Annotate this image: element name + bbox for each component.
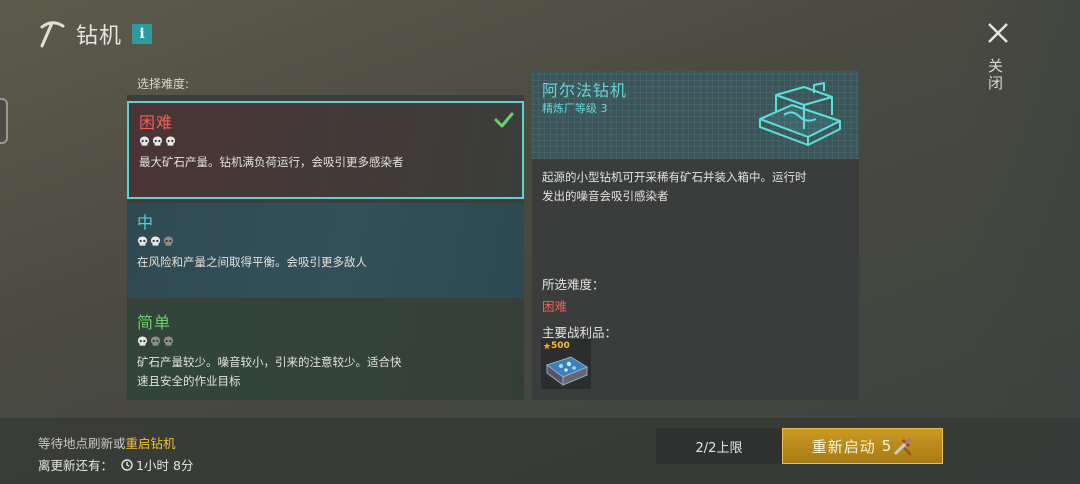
difficulty-name: 困难: [139, 113, 174, 132]
drill-description: 起源的小型钻机可开采稀有矿石并装入箱中。运行时 发出的噪音会吸引感染者: [542, 168, 847, 206]
restart-limit: 2/2上限: [656, 428, 782, 464]
loot-count: 500: [543, 341, 570, 351]
loot-count-value: 500: [551, 341, 570, 351]
refresh-text: 等待地点刷新或: [38, 436, 126, 451]
skull-icon: [165, 136, 176, 146]
info-icon[interactable]: i: [132, 24, 153, 44]
difficulty-name: 中: [137, 213, 155, 232]
refresh-info: 等待地点刷新或重启钻机: [38, 433, 176, 452]
restart-drill-link[interactable]: 重启钻机: [126, 436, 176, 451]
skull-icon: [150, 236, 161, 246]
timer-label: 离更新还有：: [38, 458, 114, 473]
selected-difficulty-value: 困难: [542, 299, 568, 314]
skull-rating: [137, 336, 514, 347]
restart-button[interactable]: 重新启动 5: [782, 428, 943, 464]
restart-button-label: 重新启动: [811, 437, 876, 456]
difficulty-description: 在风险和产量之间取得平衡。会吸引更多敌人: [137, 255, 367, 269]
close-icon[interactable]: [985, 20, 1011, 46]
tool-icon: [894, 438, 912, 456]
skull-icon: [163, 236, 174, 246]
skull-rating: [137, 236, 514, 247]
description-line: 速且安全的作业目标: [137, 374, 241, 388]
description-line: 起源的小型钻机可开采稀有矿石并装入箱中。运行时: [542, 170, 807, 184]
refresh-timer: 离更新还有： 1小时 8分: [38, 455, 193, 474]
pickaxe-icon: [40, 21, 65, 48]
detail-header: 阿尔法钻机 精炼厂等级 3: [532, 71, 859, 159]
skull-icon: [150, 336, 161, 346]
skull-icon: [163, 336, 174, 346]
restart-cost: 5: [881, 437, 892, 455]
skull-icon: [137, 236, 148, 246]
difficulty-name: 简单: [137, 313, 172, 332]
close-label[interactable]: 关闭: [986, 58, 1006, 92]
skull-icon: [139, 136, 150, 146]
skull-rating: [139, 136, 512, 147]
timer-value: 1小时 8分: [136, 458, 194, 473]
selected-difficulty-label: 所选难度：: [542, 277, 605, 292]
difficulty-description: 最大矿石产量。钻机满负荷运行，会吸引更多感染者: [139, 155, 404, 169]
description-line: 发出的噪音会吸引感染者: [542, 189, 669, 203]
refinery-level: 精炼厂等级 3: [542, 102, 608, 115]
drill-detail-panel: 阿尔法钻机 精炼厂等级 3 起源的小型钻机可开采稀有矿石并装入箱中。运行时 发出…: [532, 71, 859, 400]
drill-name: 阿尔法钻机: [542, 81, 628, 100]
difficulty-option-medium[interactable]: 中 在风险和产量之间取得平衡。会吸引更多敌人: [127, 203, 524, 298]
loot-item-ore-crate[interactable]: 500: [541, 339, 591, 389]
difficulty-option-hard[interactable]: 困难 最大矿石产量。钻机满负荷运行，会吸引更多感染者: [127, 101, 524, 199]
skull-icon: [152, 136, 163, 146]
header: 钻机 i: [36, 18, 153, 50]
description-line: 矿石产量较少。噪音较小，引来的注意较少。适合快: [137, 355, 402, 369]
star-icon: [543, 342, 551, 350]
drill-icon: [759, 82, 841, 146]
left-side-tab[interactable]: [0, 98, 8, 144]
clock-icon: [121, 458, 133, 471]
page-title: 钻机: [76, 24, 123, 49]
skull-icon: [137, 336, 148, 346]
difficulty-label: 选择难度:: [137, 77, 190, 91]
right-strip: [965, 0, 1080, 484]
check-icon: [494, 112, 514, 128]
difficulty-option-easy[interactable]: 简单 矿石产量较少。噪音较小，引来的注意较少。适合快 速且安全的作业目标: [127, 303, 524, 399]
difficulty-description: 矿石产量较少。噪音较小，引来的注意较少。适合快 速且安全的作业目标: [137, 353, 514, 391]
